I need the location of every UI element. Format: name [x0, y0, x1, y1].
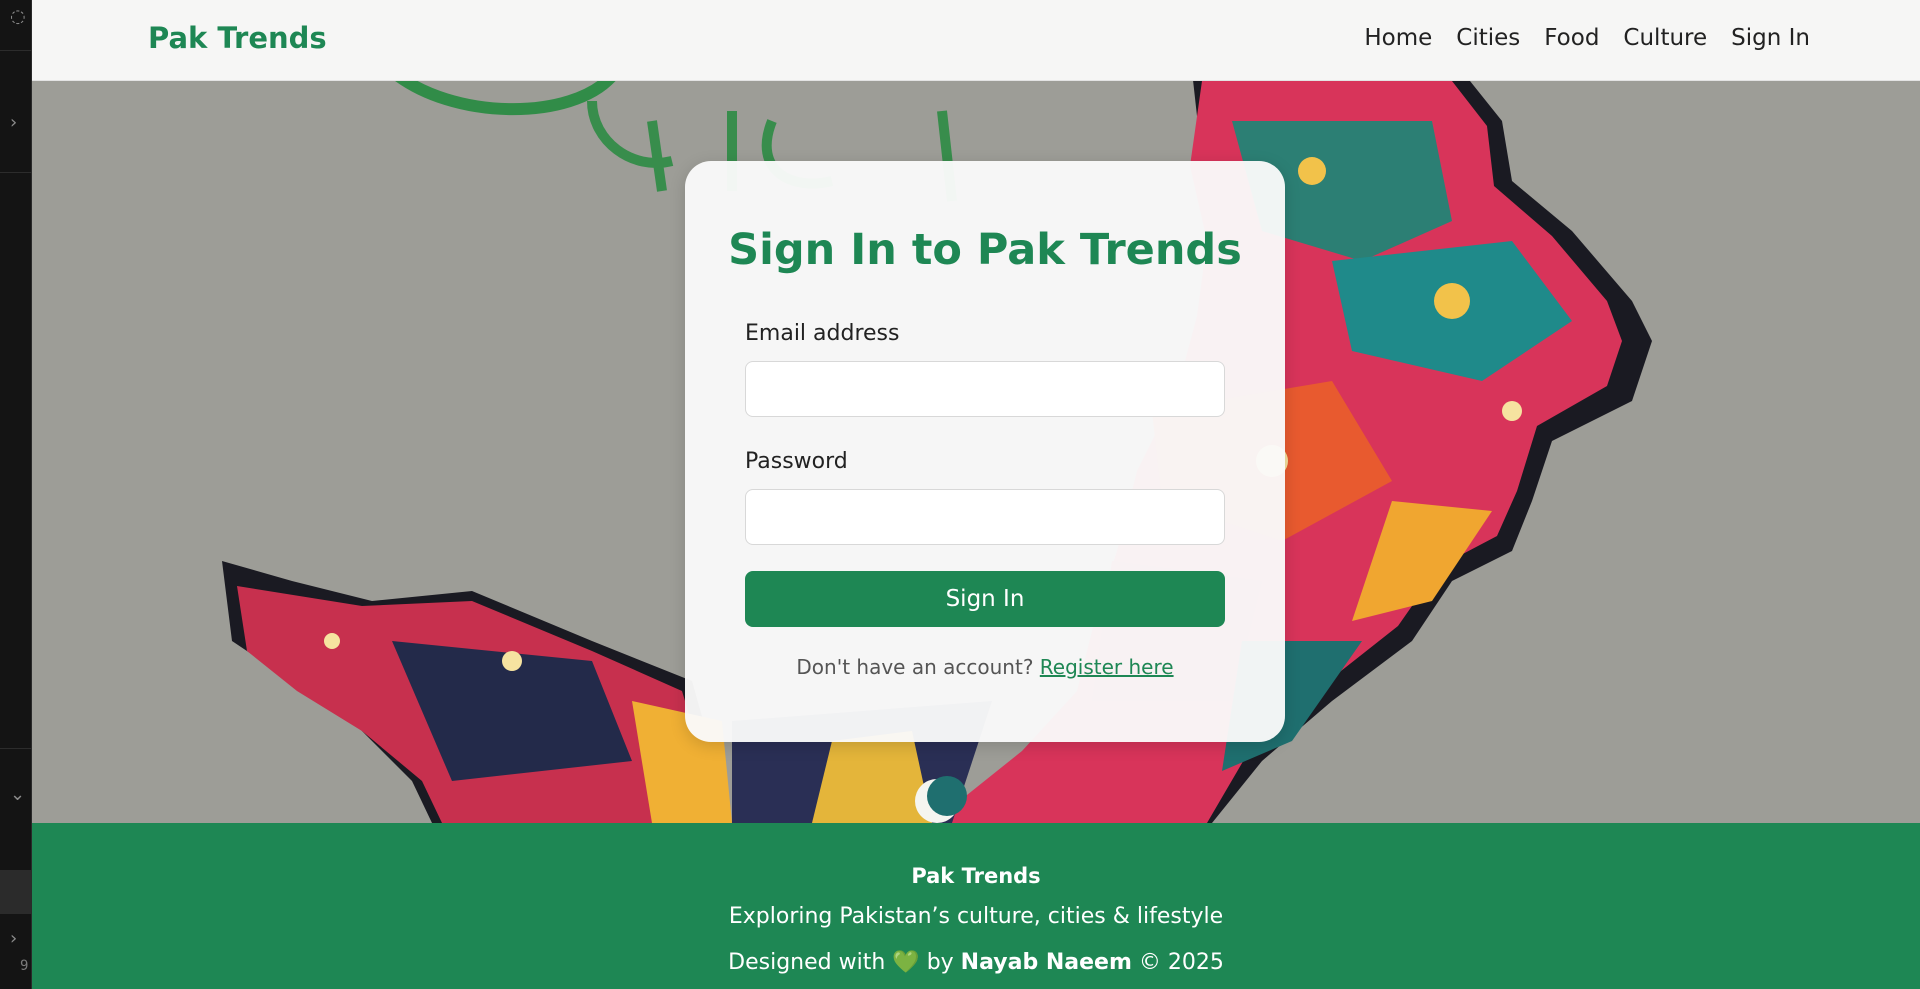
line-number: 9	[20, 958, 29, 974]
register-prompt-text: Don't have an account?	[796, 655, 1034, 679]
panel-block	[0, 870, 32, 914]
divider	[0, 748, 32, 749]
divider	[0, 50, 32, 51]
author-name: Nayab Naeem	[960, 950, 1132, 975]
email-field[interactable]	[745, 361, 1225, 417]
password-label: Password	[745, 449, 848, 474]
credit-by: by	[926, 950, 954, 975]
credit-prefix: Designed with	[728, 950, 886, 975]
nav-culture-link[interactable]: Culture	[1623, 25, 1707, 51]
heart-icon: 💚	[892, 950, 920, 975]
credit-suffix: © 2025	[1138, 950, 1224, 975]
chevron-down-icon[interactable]: ⌄	[10, 784, 25, 805]
editor-side-strip: ◌ › ⌄ › 9	[0, 0, 32, 989]
chevron-right-icon[interactable]: ›	[10, 112, 17, 133]
nav-food-link[interactable]: Food	[1544, 25, 1599, 51]
password-field[interactable]	[745, 489, 1225, 545]
chevron-right-icon[interactable]: ›	[10, 928, 17, 949]
nav-home-link[interactable]: Home	[1364, 25, 1432, 51]
signin-card: Sign In to Pak Trends Email address Pass…	[685, 161, 1285, 742]
nav-signin-link[interactable]: Sign In	[1731, 25, 1810, 51]
page: Pak Trends Home Cities Food Culture Sign…	[32, 0, 1920, 989]
signin-button[interactable]: Sign In	[745, 571, 1225, 627]
circle-icon: ◌	[10, 6, 26, 27]
navbar: Pak Trends Home Cities Food Culture Sign…	[32, 0, 1920, 81]
nav-cities-link[interactable]: Cities	[1456, 25, 1520, 51]
footer-tagline: Exploring Pakistan’s culture, cities & l…	[728, 904, 1224, 929]
register-prompt: Don't have an account? Register here	[685, 655, 1285, 679]
brand-logo[interactable]: Pak Trends	[148, 21, 327, 55]
divider	[0, 172, 32, 173]
nav-links: Home Cities Food Culture Sign In	[1364, 25, 1810, 51]
footer: Pak Trends Exploring Pakistan’s culture,…	[32, 823, 1920, 989]
signin-title: Sign In to Pak Trends	[728, 225, 1242, 275]
footer-title: Pak Trends	[911, 864, 1041, 888]
footer-credit: Designed with 💚 by Nayab Naeem © 2025	[32, 950, 1920, 975]
email-label: Email address	[745, 321, 900, 346]
register-link[interactable]: Register here	[1040, 655, 1174, 679]
